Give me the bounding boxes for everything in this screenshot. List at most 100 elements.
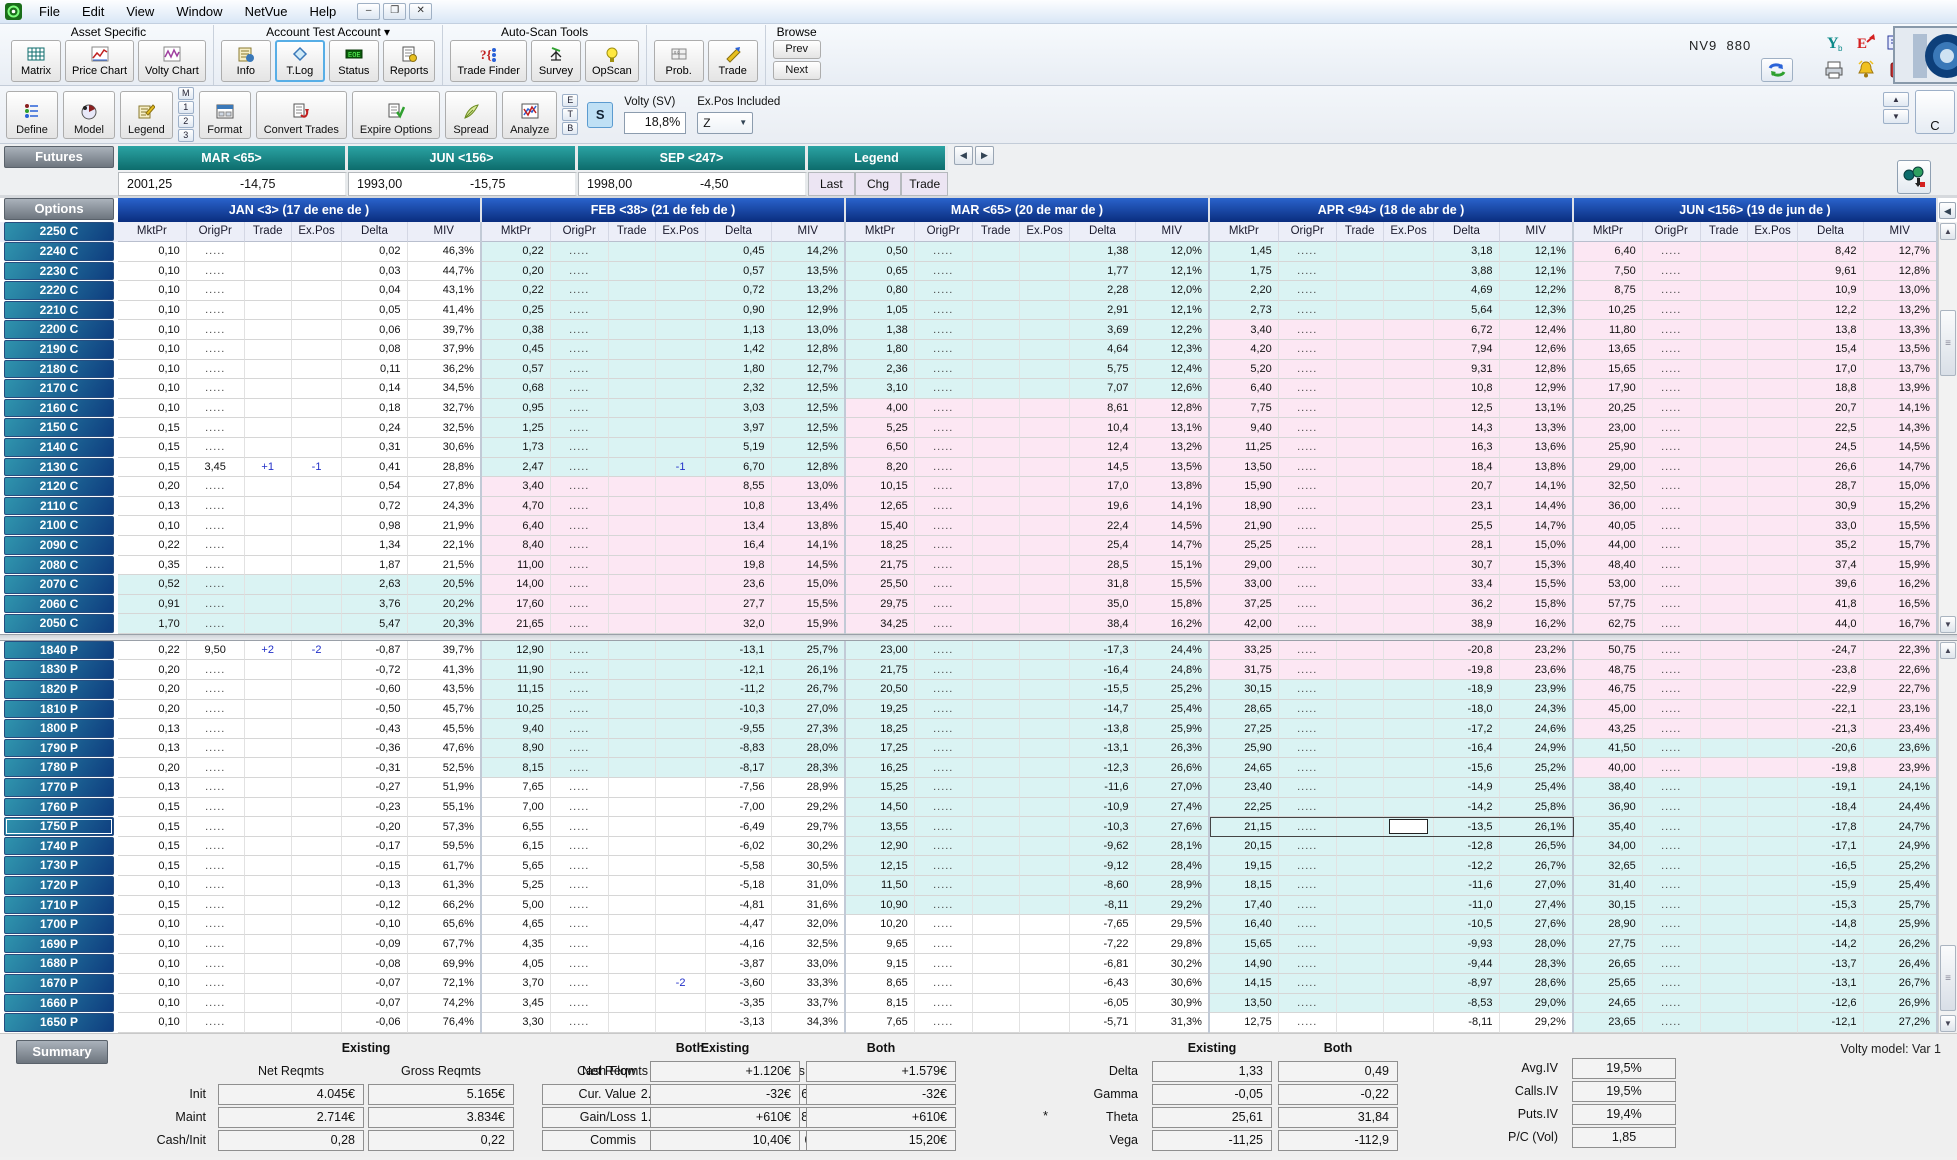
- cell-miv[interactable]: 24,9%: [1500, 739, 1572, 759]
- survey-button[interactable]: Survey: [531, 40, 581, 82]
- cell-delta[interactable]: -14,7: [1070, 700, 1135, 720]
- expire-options-button[interactable]: Expire Options: [352, 91, 440, 139]
- cell-miv[interactable]: 26,1%: [1500, 817, 1572, 837]
- column-header-delta[interactable]: Delta: [1798, 222, 1863, 242]
- cell-origpr[interactable]: .....: [1279, 497, 1337, 517]
- cell-delta[interactable]: 24,5: [1798, 438, 1863, 458]
- cell-mktpr[interactable]: 14,50: [846, 798, 915, 818]
- cell-expos[interactable]: [1384, 477, 1435, 497]
- cell-origpr[interactable]: .....: [1643, 595, 1701, 615]
- cell-expos[interactable]: [1748, 497, 1799, 517]
- cell-mktpr[interactable]: 0,10: [118, 320, 187, 340]
- mini-m-button[interactable]: M: [178, 87, 194, 100]
- cell-trade[interactable]: [973, 242, 1020, 262]
- cell-mktpr[interactable]: 0,91: [118, 595, 187, 615]
- cell-trade[interactable]: [609, 837, 656, 857]
- cell-mktpr[interactable]: 12,90: [482, 641, 551, 661]
- cell-expos[interactable]: [1384, 758, 1435, 778]
- cell-mktpr[interactable]: 1,45: [1210, 242, 1279, 262]
- cell-delta[interactable]: 6,72: [1434, 320, 1499, 340]
- cell-trade[interactable]: [609, 556, 656, 576]
- cell-expos[interactable]: [292, 817, 343, 837]
- cell-trade[interactable]: [1701, 438, 1748, 458]
- cell-delta[interactable]: -12,3: [1070, 758, 1135, 778]
- cell-mktpr[interactable]: 7,50: [1574, 262, 1643, 282]
- cell-expos[interactable]: [1748, 1013, 1799, 1033]
- cell-expos[interactable]: [292, 994, 343, 1014]
- cell-trade[interactable]: [973, 497, 1020, 517]
- strike-label[interactable]: 1740 P: [4, 837, 114, 856]
- cell-expos[interactable]: [1020, 360, 1071, 380]
- strike-label[interactable]: 1730 P: [4, 856, 114, 875]
- cell-origpr[interactable]: .....: [915, 458, 973, 478]
- convert-trades-button[interactable]: Convert Trades: [256, 91, 347, 139]
- cell-expos[interactable]: [1020, 458, 1071, 478]
- cell-delta[interactable]: -0,06: [342, 1013, 407, 1033]
- expos-dropdown[interactable]: Z ▼: [697, 112, 753, 134]
- cell-miv[interactable]: 25,2%: [1864, 856, 1936, 876]
- cell-mktpr[interactable]: 50,75: [1574, 641, 1643, 661]
- cell-origpr[interactable]: .....: [1643, 340, 1701, 360]
- cell-delta[interactable]: 30,9: [1798, 497, 1863, 517]
- cell-expos[interactable]: [1748, 974, 1799, 994]
- cell-origpr[interactable]: .....: [187, 935, 245, 955]
- cell-expos[interactable]: [292, 837, 343, 857]
- cell-mktpr[interactable]: 48,75: [1574, 660, 1643, 680]
- cell-trade[interactable]: [973, 641, 1020, 661]
- cell-expos[interactable]: [1748, 614, 1799, 634]
- cell-expos[interactable]: [1748, 856, 1799, 876]
- cell-delta[interactable]: 14,5: [1070, 458, 1135, 478]
- cell-expos[interactable]: [656, 575, 707, 595]
- cell-expos[interactable]: [292, 360, 343, 380]
- cell-trade[interactable]: [973, 915, 1020, 935]
- cell-miv[interactable]: 76,4%: [408, 1013, 480, 1033]
- cell-trade[interactable]: [245, 758, 292, 778]
- cell-expos[interactable]: [656, 340, 707, 360]
- strike-label[interactable]: 1830 P: [4, 660, 114, 679]
- cell-origpr[interactable]: .....: [1643, 758, 1701, 778]
- cell-expos[interactable]: [1384, 320, 1435, 340]
- cell-trade[interactable]: [973, 536, 1020, 556]
- cell-origpr[interactable]: .....: [1643, 477, 1701, 497]
- cell-miv[interactable]: 23,6%: [1864, 739, 1936, 759]
- cell-expos[interactable]: [1748, 935, 1799, 955]
- cell-trade[interactable]: [1701, 1013, 1748, 1033]
- cell-delta[interactable]: -6,81: [1070, 954, 1135, 974]
- cell-mktpr[interactable]: 0,15: [118, 817, 187, 837]
- cell-mktpr[interactable]: 34,00: [1574, 837, 1643, 857]
- strike-label[interactable]: 1810 P: [4, 700, 114, 719]
- cell-mktpr[interactable]: 1,73: [482, 438, 551, 458]
- cell-origpr[interactable]: .....: [1279, 458, 1337, 478]
- cell-trade[interactable]: [973, 477, 1020, 497]
- column-header-delta[interactable]: Delta: [706, 222, 771, 242]
- cell-delta[interactable]: 3,88: [1434, 262, 1499, 282]
- cell-miv[interactable]: 14,7%: [1500, 516, 1572, 536]
- cell-mktpr[interactable]: 28,65: [1210, 700, 1279, 720]
- cell-miv[interactable]: 37,9%: [408, 340, 480, 360]
- cell-expos[interactable]: [656, 379, 707, 399]
- cell-mktpr[interactable]: 15,90: [1210, 477, 1279, 497]
- cell-delta[interactable]: 28,1: [1434, 536, 1499, 556]
- cell-delta[interactable]: 19,6: [1070, 497, 1135, 517]
- cell-mktpr[interactable]: 0,10: [118, 399, 187, 419]
- strike-label[interactable]: 1790 P: [4, 739, 114, 758]
- cell-trade[interactable]: [973, 719, 1020, 739]
- expos-edit-input[interactable]: [1389, 819, 1429, 834]
- cell-delta[interactable]: 5,47: [342, 614, 407, 634]
- cell-miv[interactable]: 47,6%: [408, 739, 480, 759]
- futures-contract-header[interactable]: MAR <65>: [118, 146, 348, 170]
- cell-miv[interactable]: 27,8%: [408, 477, 480, 497]
- cell-delta[interactable]: 3,97: [706, 418, 771, 438]
- cell-origpr[interactable]: .....: [915, 438, 973, 458]
- cell-mktpr[interactable]: 0,15: [118, 798, 187, 818]
- cell-mktpr[interactable]: 43,25: [1574, 719, 1643, 739]
- cell-mktpr[interactable]: 20,50: [846, 680, 915, 700]
- cell-delta[interactable]: -10,9: [1070, 798, 1135, 818]
- cell-trade[interactable]: [245, 575, 292, 595]
- cell-expos[interactable]: [1384, 739, 1435, 759]
- cell-expos[interactable]: [1020, 817, 1071, 837]
- strike-label[interactable]: 2170 C: [4, 379, 114, 398]
- cell-origpr[interactable]: .....: [1279, 399, 1337, 419]
- cell-origpr[interactable]: .....: [915, 660, 973, 680]
- cell-mktpr[interactable]: 4,20: [1210, 340, 1279, 360]
